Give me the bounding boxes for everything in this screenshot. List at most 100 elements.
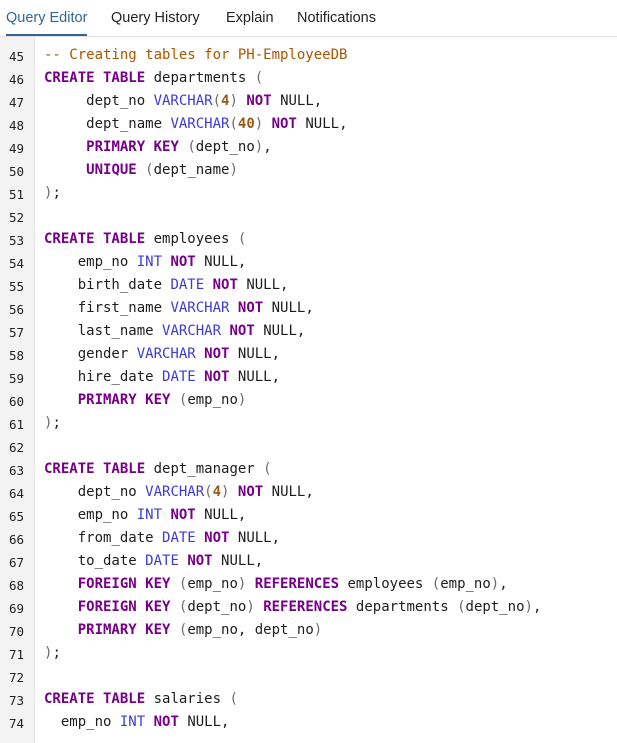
code-token: from_date bbox=[44, 530, 163, 546]
code-token: , bbox=[263, 139, 272, 155]
code-line[interactable]: dept_no VARCHAR(4) NOT NULL, bbox=[44, 93, 322, 109]
line-number: 49 bbox=[8, 141, 24, 156]
code-line[interactable]: gender VARCHAR NOT NULL, bbox=[44, 346, 280, 362]
code-token: employees bbox=[339, 576, 432, 592]
code-token: ( bbox=[237, 231, 247, 247]
line-number: 51 bbox=[8, 187, 24, 202]
code-token: dept_no bbox=[44, 93, 154, 109]
code-token: -- Creating tables for PH-EmployeeDB bbox=[44, 47, 348, 63]
code-token: NULL, bbox=[229, 346, 281, 362]
code-line[interactable]: UNIQUE (dept_name) bbox=[44, 162, 238, 178]
code-token: NOT bbox=[153, 714, 179, 730]
code-token: emp_no bbox=[44, 254, 137, 270]
line-number: 50 bbox=[8, 164, 24, 179]
code-line[interactable]: CREATE TABLE employees ( bbox=[44, 231, 246, 247]
sql-code-editor[interactable]: 45 46 47 48 49 50 51 52 53 54 55 56 57 58 59 60 61 62 63 64… bbox=[0, 37, 617, 743]
code-line[interactable]: emp_no INT NOT NULL, bbox=[44, 714, 230, 730]
tab-bar: Query Editor Query History Explain Notif… bbox=[0, 0, 617, 37]
code-line[interactable]: birth_date DATE NOT NULL, bbox=[44, 277, 289, 293]
code-line[interactable]: hire_date DATE NOT NULL, bbox=[44, 369, 280, 385]
tab-explain[interactable]: Explain bbox=[226, 0, 274, 36]
code-token: FOREIGN KEY bbox=[77, 576, 171, 592]
code-token: NULL, bbox=[296, 116, 348, 132]
code-token: emp_no bbox=[440, 576, 491, 592]
line-number: 55 bbox=[8, 279, 24, 294]
line-number: 45 bbox=[8, 49, 24, 64]
code-token: NOT bbox=[170, 507, 196, 523]
code-line[interactable]: -- Creating tables for PH-EmployeeDB bbox=[44, 47, 347, 63]
line-number: 54 bbox=[8, 256, 24, 271]
code-token: NULL, bbox=[263, 300, 314, 316]
code-token: ) bbox=[229, 162, 238, 178]
tab-notifications[interactable]: Notifications bbox=[297, 0, 376, 36]
tab-query-history[interactable]: Query History bbox=[111, 0, 200, 36]
code-token: 40 bbox=[237, 116, 255, 132]
line-number: 74 bbox=[8, 716, 24, 731]
code-token: salaries bbox=[145, 691, 230, 707]
code-token: CREATE TABLE bbox=[44, 70, 146, 86]
code-token: NOT bbox=[271, 116, 297, 132]
code-token: CREATE TABLE bbox=[44, 231, 146, 247]
code-line[interactable]: FOREIGN KEY (emp_no) REFERENCES employee… bbox=[44, 576, 508, 592]
code-token: NOT bbox=[204, 346, 230, 362]
code-token: INT bbox=[136, 254, 163, 270]
code-line[interactable]: FOREIGN KEY (dept_no) REFERENCES departm… bbox=[44, 599, 542, 615]
tab-query-editor[interactable]: Query Editor bbox=[6, 0, 88, 36]
code-token: to_date bbox=[44, 553, 146, 569]
code-token: NULL, bbox=[195, 254, 247, 270]
code-token: NOT bbox=[187, 553, 213, 569]
code-token: dept_no bbox=[187, 599, 247, 615]
code-token: dept_name bbox=[153, 162, 230, 178]
code-token: ) bbox=[237, 392, 247, 408]
code-token: ( bbox=[229, 691, 238, 707]
code-token: last_name bbox=[44, 323, 163, 339]
code-line[interactable]: dept_no VARCHAR(4) NOT NULL, bbox=[44, 484, 314, 500]
code-token: PRIMARY KEY bbox=[77, 392, 171, 408]
code-token: employees bbox=[145, 231, 238, 247]
code-token: birth_date bbox=[44, 277, 171, 293]
code-line[interactable]: emp_no INT NOT NULL, bbox=[44, 254, 247, 270]
code-line[interactable]: CREATE TABLE dept_manager ( bbox=[44, 461, 272, 477]
code-line[interactable]: dept_name VARCHAR(40) NOT NULL, bbox=[44, 116, 348, 132]
code-token: departments bbox=[145, 70, 255, 86]
code-token: NULL, bbox=[229, 369, 281, 385]
code-line[interactable]: ); bbox=[44, 645, 61, 661]
code-line[interactable]: ); bbox=[44, 185, 61, 201]
code-token: first_name bbox=[44, 300, 171, 316]
line-number: 63 bbox=[8, 463, 24, 478]
code-line[interactable]: PRIMARY KEY (emp_no, dept_no) bbox=[44, 622, 322, 638]
line-number: 56 bbox=[8, 302, 24, 317]
code-line[interactable]: PRIMARY KEY (emp_no) bbox=[44, 392, 247, 408]
code-token: ( bbox=[457, 599, 466, 615]
code-token: INT bbox=[136, 507, 163, 523]
line-number: 53 bbox=[8, 233, 24, 248]
code-line[interactable]: first_name VARCHAR NOT NULL, bbox=[44, 300, 314, 316]
code-line[interactable]: PRIMARY KEY (dept_no), bbox=[44, 139, 272, 155]
code-line[interactable]: to_date DATE NOT NULL, bbox=[44, 553, 263, 569]
code-line[interactable]: emp_no INT NOT NULL, bbox=[44, 507, 247, 523]
line-number: 47 bbox=[8, 95, 24, 110]
code-line[interactable]: ); bbox=[44, 415, 61, 431]
code-line[interactable]: CREATE TABLE departments ( bbox=[44, 70, 263, 86]
code-line[interactable]: CREATE TABLE salaries ( bbox=[44, 691, 238, 707]
code-token: DATE bbox=[145, 553, 179, 569]
code-token: emp_no bbox=[44, 714, 120, 730]
code-line[interactable]: from_date DATE NOT NULL, bbox=[44, 530, 280, 546]
code-token: dept_no bbox=[44, 484, 146, 500]
code-token: emp_no bbox=[44, 507, 137, 523]
code-token: emp_no, dept_no bbox=[187, 622, 314, 638]
code-token: ) bbox=[246, 599, 255, 615]
code-token: NOT bbox=[229, 323, 255, 339]
line-number: 72 bbox=[8, 670, 24, 685]
code-line[interactable]: last_name VARCHAR NOT NULL, bbox=[44, 323, 306, 339]
